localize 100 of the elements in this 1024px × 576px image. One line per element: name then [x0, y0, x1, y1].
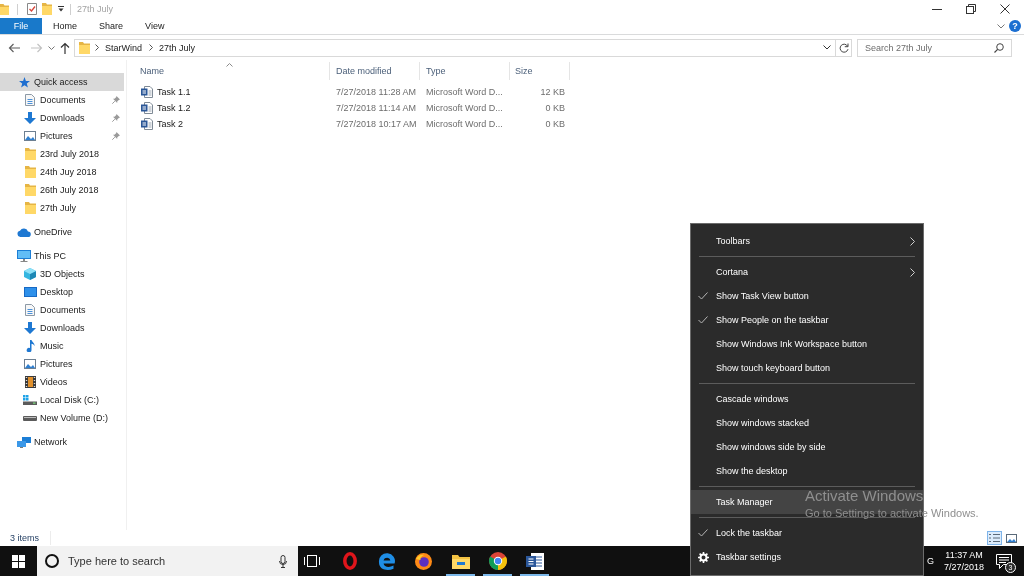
menu-item[interactable]: Show windows side by side	[691, 435, 923, 459]
menu-item[interactable]: Taskbar settings	[691, 545, 923, 569]
globe-logo-icon	[415, 552, 432, 570]
nav-item[interactable]: Pictures	[0, 355, 124, 373]
chevron-right-icon	[910, 267, 915, 277]
nav-item[interactable]: New Volume (D:)	[0, 409, 124, 427]
window-title: 27th July	[77, 4, 114, 14]
nav-item[interactable]: 3D Objects	[0, 265, 124, 283]
nav-item[interactable]: 24th Juy 2018	[0, 163, 124, 181]
windows-logo-icon[interactable]	[12, 554, 25, 568]
file-name[interactable]: Task 2	[141, 116, 183, 132]
nav-item[interactable]: Network	[0, 433, 124, 451]
column-header[interactable]: Type	[420, 62, 510, 80]
back-arrow-icon[interactable]	[8, 42, 20, 53]
star-icon	[18, 76, 30, 88]
picture-icon	[24, 131, 36, 141]
nav-item[interactable]: Pictures	[0, 127, 124, 145]
nav-item[interactable]: Documents	[0, 91, 124, 109]
nav-item[interactable]: Documents	[0, 301, 124, 319]
help-button[interactable]: ?	[1009, 20, 1021, 32]
breadcrumb[interactable]: StarWind	[104, 40, 143, 55]
breadcrumb[interactable]: 27th July	[158, 40, 197, 55]
ring-logo-icon	[342, 552, 357, 570]
menu-item[interactable]: Lock the taskbar	[691, 521, 923, 545]
document-icon	[25, 94, 35, 106]
nav-item[interactable]: Quick access	[0, 73, 124, 91]
minimize-icon[interactable]	[932, 8, 942, 10]
up-arrow-icon[interactable]	[60, 41, 70, 54]
drive-icon	[23, 395, 37, 405]
details-view-button[interactable]	[987, 531, 1002, 545]
word-document-icon	[141, 118, 153, 130]
cube-icon	[24, 268, 36, 280]
music-note-icon	[25, 340, 35, 352]
down-arrow-icon	[24, 322, 36, 334]
pin-icon	[112, 96, 120, 104]
picture-icon	[24, 359, 36, 369]
document-logo-icon	[525, 552, 544, 570]
menu-item[interactable]: Show People on the taskbar	[691, 308, 923, 332]
close-icon[interactable]	[1000, 4, 1010, 14]
file-name[interactable]: Task 1.2	[141, 100, 191, 116]
nav-item[interactable]: 26th July 2018	[0, 181, 124, 199]
circle-icon	[45, 554, 59, 568]
nav-item[interactable]: Downloads	[0, 319, 124, 337]
nav-item[interactable]: 27th July	[0, 199, 124, 217]
clock-date[interactable]: 7/27/2018	[943, 561, 984, 573]
ribbon-tab[interactable]: View	[134, 18, 176, 34]
column-header[interactable]: Date modified	[330, 62, 420, 80]
menu-item[interactable]: Show windows stacked	[691, 411, 923, 435]
menu-item[interactable]: Toolbars	[691, 229, 923, 253]
folder-icon	[24, 166, 36, 178]
notification-icon[interactable]	[996, 553, 1012, 569]
nav-item[interactable]: OneDrive	[0, 223, 124, 241]
menu-item[interactable]: Show Task View button	[691, 284, 923, 308]
menu-item[interactable]: Cascade windows	[691, 387, 923, 411]
details-view-icon	[989, 533, 1000, 543]
task-view-icon[interactable]	[304, 554, 320, 568]
column-header[interactable]: Name	[130, 62, 330, 80]
nav-item[interactable]: Videos	[0, 373, 124, 391]
e-logo-icon	[378, 552, 395, 570]
menu-item[interactable]: Show the desktop	[691, 459, 923, 483]
restore-icon[interactable]	[966, 4, 976, 14]
properties-icon[interactable]	[27, 3, 37, 15]
nav-item[interactable]: 23rd July 2018	[0, 145, 124, 163]
folder-icon	[24, 184, 36, 196]
settings-icon	[698, 551, 709, 563]
column-header[interactable]: Size	[510, 62, 570, 80]
folder-icon	[24, 148, 36, 160]
chevron-down-icon[interactable]	[823, 45, 831, 50]
nav-item[interactable]: This PC	[0, 247, 124, 265]
dropdown-icon[interactable]	[58, 6, 64, 12]
file-size: 0 KB	[545, 103, 565, 113]
folder-icon	[451, 553, 470, 569]
language-indicator[interactable]: G	[927, 556, 934, 566]
search-field[interactable]: Search 27th July	[857, 38, 1012, 57]
check-icon	[698, 316, 708, 324]
refresh-icon[interactable]	[839, 42, 849, 53]
date-modified: 7/27/2018 11:14 AM	[336, 103, 416, 113]
microphone-icon	[279, 555, 287, 568]
file-name[interactable]: Task 1.1	[141, 84, 191, 100]
address-bar[interactable]: StarWind 27th July	[74, 38, 852, 57]
chevron-right-icon	[910, 236, 915, 246]
nav-item[interactable]: Downloads	[0, 109, 124, 127]
clock-time[interactable]: 11:37 AM	[945, 549, 983, 561]
menu-item[interactable]: Show touch keyboard button	[691, 356, 923, 380]
menu-item[interactable]: Show Windows Ink Workspace button	[691, 332, 923, 356]
nav-item[interactable]: Local Disk (C:)	[0, 391, 124, 409]
large-icons-view-button[interactable]	[1004, 531, 1019, 545]
cloud-icon	[17, 227, 31, 237]
file-type: Microsoft Word D...	[426, 87, 503, 97]
nav-item[interactable]: Music	[0, 337, 124, 355]
desktop-icon	[23, 287, 37, 297]
chevron-right-icon	[149, 44, 153, 51]
menu-item[interactable]: Cortana	[691, 260, 923, 284]
document-icon	[25, 304, 35, 316]
nav-item[interactable]: Desktop	[0, 283, 124, 301]
monitor-icon	[17, 250, 31, 262]
ribbon-tab[interactable]: Home	[42, 18, 88, 34]
folder-icon	[79, 41, 90, 54]
ribbon-tab[interactable]: Share	[88, 18, 135, 34]
taskbar-search-field[interactable]: Type here to search	[37, 546, 298, 576]
